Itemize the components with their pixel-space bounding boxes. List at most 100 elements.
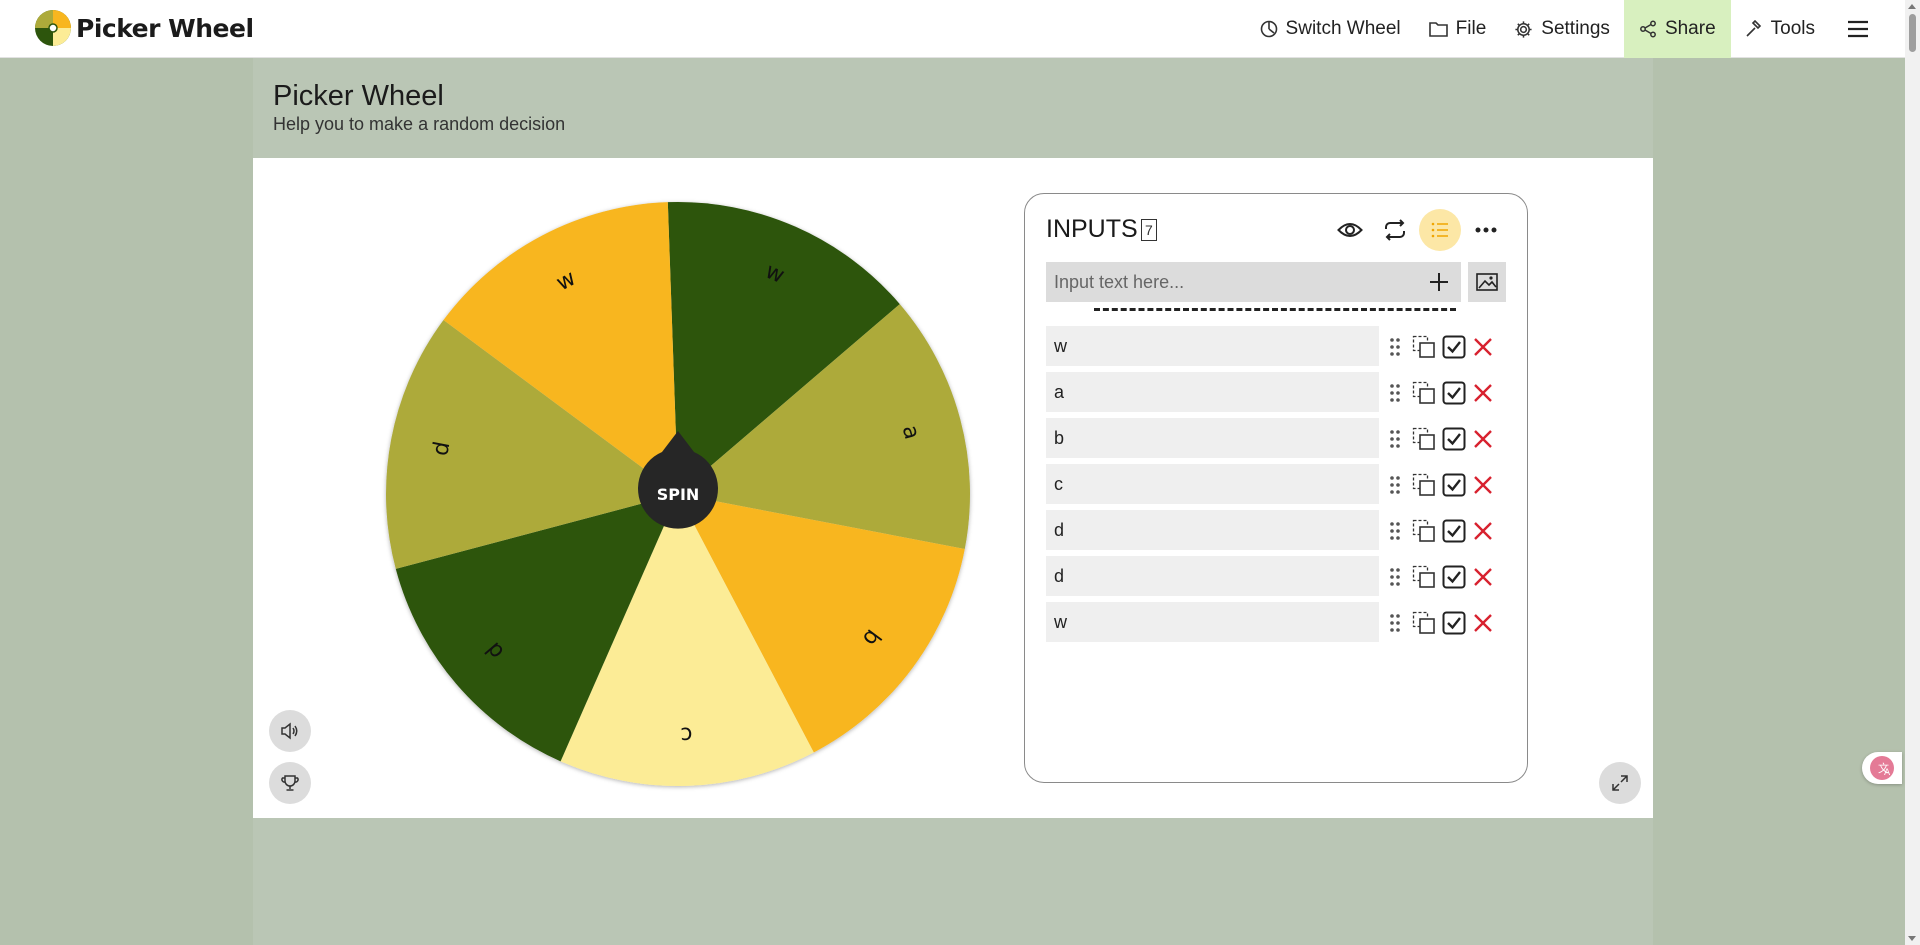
duplicate-icon[interactable] xyxy=(1411,380,1437,406)
divider xyxy=(1094,308,1456,311)
checkbox-icon[interactable] xyxy=(1441,472,1467,498)
delete-icon[interactable] xyxy=(1470,426,1496,452)
entry-row: w xyxy=(1046,326,1492,366)
add-input-row xyxy=(1046,262,1461,302)
entry-text-field[interactable]: w xyxy=(1046,326,1379,366)
checkbox-icon[interactable] xyxy=(1441,610,1467,636)
drag-handle-icon[interactable] xyxy=(1382,472,1408,498)
duplicate-icon[interactable] xyxy=(1411,426,1437,452)
entry-text-field[interactable]: d xyxy=(1046,556,1379,596)
shuffle-button[interactable] xyxy=(1374,209,1416,251)
hammer-icon xyxy=(1746,20,1761,37)
tools-button[interactable]: Tools xyxy=(1731,0,1829,58)
delete-icon[interactable] xyxy=(1470,518,1496,544)
fullscreen-icon xyxy=(1612,775,1628,791)
menu-icon xyxy=(1848,20,1868,38)
entry-row: w xyxy=(1046,602,1492,642)
gear-icon xyxy=(1515,20,1532,38)
fullscreen-button[interactable] xyxy=(1599,762,1641,804)
switch-wheel-button[interactable]: Switch Wheel xyxy=(1246,0,1415,58)
checkbox-icon[interactable] xyxy=(1441,564,1467,590)
scroll-thumb[interactable] xyxy=(1909,14,1916,52)
wheel-segment-label: c xyxy=(680,722,693,747)
add-entry-button[interactable] xyxy=(1417,262,1461,302)
switch-wheel-label: Switch Wheel xyxy=(1285,18,1401,39)
entry-text-field[interactable]: a xyxy=(1046,372,1379,412)
logo-text: Picker Wheel xyxy=(76,13,254,43)
entry-row: d xyxy=(1046,510,1492,550)
translate-icon: 文A xyxy=(1870,756,1894,780)
list-icon xyxy=(1431,222,1448,238)
entry-text-field[interactable]: b xyxy=(1046,418,1379,458)
checkbox-icon[interactable] xyxy=(1441,334,1467,360)
drag-handle-icon[interactable] xyxy=(1382,380,1408,406)
duplicate-icon[interactable] xyxy=(1411,564,1437,590)
picker-wheel[interactable]: wabcddw SPIN xyxy=(378,194,978,794)
inputs-panel: INPUTS 7 wabcddw xyxy=(1024,193,1528,783)
sound-icon xyxy=(281,722,298,740)
drag-handle-icon[interactable] xyxy=(1382,426,1408,452)
share-icon xyxy=(1639,20,1656,38)
inputs-title: INPUTS xyxy=(1046,215,1138,243)
delete-icon[interactable] xyxy=(1470,380,1496,406)
drag-handle-icon[interactable] xyxy=(1382,334,1408,360)
page-subtitle: Help you to make a random decision xyxy=(273,114,566,134)
sound-button[interactable] xyxy=(269,710,311,752)
more-icon xyxy=(1475,227,1497,233)
duplicate-icon[interactable] xyxy=(1411,334,1437,360)
settings-button[interactable]: Settings xyxy=(1500,0,1624,58)
image-icon xyxy=(1476,273,1498,291)
scroll-down-icon[interactable] xyxy=(1908,936,1916,941)
duplicate-icon[interactable] xyxy=(1411,610,1437,636)
tools-label: Tools xyxy=(1770,18,1815,39)
file-button[interactable]: File xyxy=(1415,0,1501,58)
entry-row: a xyxy=(1046,372,1492,412)
delete-icon[interactable] xyxy=(1470,334,1496,360)
svg-text:A: A xyxy=(1884,768,1891,778)
entry-row: b xyxy=(1046,418,1492,458)
share-button[interactable]: Share xyxy=(1623,0,1731,58)
switch-wheel-icon xyxy=(1260,20,1277,38)
folder-icon xyxy=(1428,22,1448,37)
duplicate-icon[interactable] xyxy=(1411,518,1437,544)
entry-row: c xyxy=(1046,464,1492,504)
logo-icon xyxy=(35,10,71,46)
drag-handle-icon[interactable] xyxy=(1382,610,1408,636)
translate-button[interactable]: 文A xyxy=(1862,752,1902,784)
page-title: Picker Wheel xyxy=(273,80,444,112)
top-navbar: Picker Wheel Switch Wheel File Settings … xyxy=(0,0,1905,58)
drag-handle-icon[interactable] xyxy=(1382,518,1408,544)
list-view-button[interactable] xyxy=(1419,209,1461,251)
drag-handle-icon[interactable] xyxy=(1382,564,1408,590)
delete-icon[interactable] xyxy=(1470,610,1496,636)
entry-text-field[interactable]: w xyxy=(1046,602,1379,642)
duplicate-icon[interactable] xyxy=(1411,472,1437,498)
spin-label: SPIN xyxy=(657,485,700,504)
scroll-up-icon[interactable] xyxy=(1908,4,1916,9)
eye-icon xyxy=(1337,223,1363,237)
checkbox-icon[interactable] xyxy=(1441,426,1467,452)
delete-icon[interactable] xyxy=(1470,472,1496,498)
menu-button[interactable] xyxy=(1829,0,1905,58)
delete-icon[interactable] xyxy=(1470,564,1496,590)
page-scrollbar[interactable] xyxy=(1905,0,1920,945)
entry-row: d xyxy=(1046,556,1492,596)
trophy-icon xyxy=(281,775,299,791)
repeat-icon xyxy=(1385,219,1405,241)
checkbox-icon[interactable] xyxy=(1441,380,1467,406)
entry-text-field[interactable]: c xyxy=(1046,464,1379,504)
inputs-count-badge: 7 xyxy=(1141,219,1157,241)
logo[interactable]: Picker Wheel xyxy=(34,9,254,47)
checkbox-icon[interactable] xyxy=(1441,518,1467,544)
wheel-card: wabcddw SPIN INPUTS 7 Input text here...… xyxy=(253,158,1653,818)
hide-inputs-button[interactable] xyxy=(1329,209,1371,251)
share-label: Share xyxy=(1664,18,1716,39)
plus-icon xyxy=(1430,273,1448,291)
add-image-button[interactable] xyxy=(1468,262,1506,302)
more-options-button[interactable] xyxy=(1465,209,1507,251)
file-label: File xyxy=(1455,18,1487,39)
add-entry-input[interactable] xyxy=(1046,262,1416,302)
entry-text-field[interactable]: d xyxy=(1046,510,1379,550)
results-button[interactable] xyxy=(269,762,311,804)
settings-label: Settings xyxy=(1541,18,1610,39)
